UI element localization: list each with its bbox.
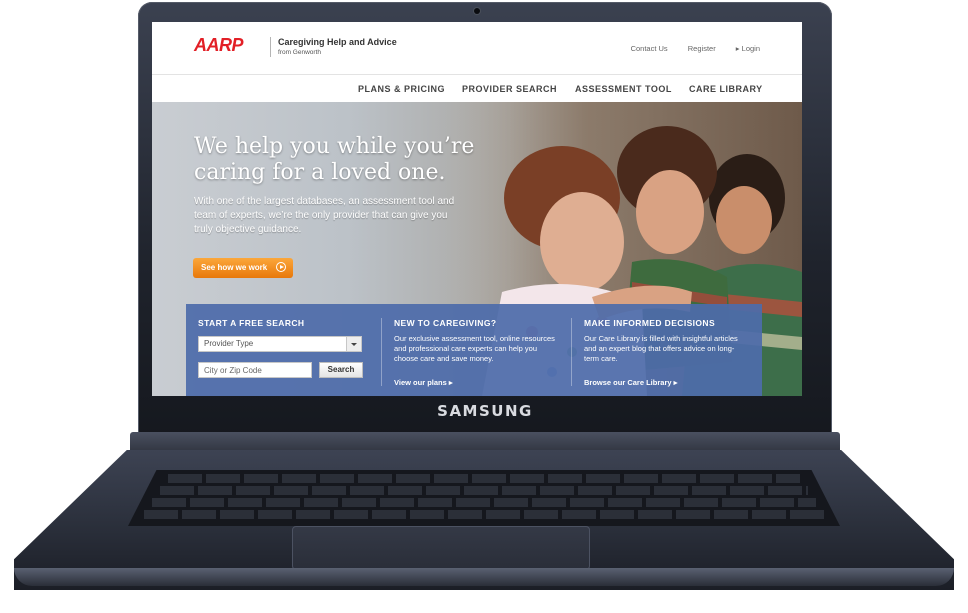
laptop: SAMSUNG AARP Caregiving Help and Advice … xyxy=(0,0,968,613)
aarp-logo[interactable]: AARP xyxy=(194,35,244,56)
keyboard xyxy=(128,470,840,526)
new-to-caregiving-title: NEW TO CAREGIVING? xyxy=(394,318,497,328)
nav-plans-pricing[interactable]: PLANS & PRICING xyxy=(358,84,445,94)
hero-subtext: With one of the largest databases, an as… xyxy=(194,196,455,235)
key-row xyxy=(144,510,824,519)
site-header: AARP Caregiving Help and Advice from Gen… xyxy=(152,22,802,74)
informed-decisions-column: MAKE INFORMED DECISIONS Our Care Library… xyxy=(572,304,762,396)
new-to-caregiving-column: NEW TO CAREGIVING? Our exclusive assessm… xyxy=(382,304,572,396)
provider-type-select[interactable]: Provider Type xyxy=(198,336,362,352)
browse-care-library-link[interactable]: Browse our Care Library ▸ xyxy=(584,378,677,387)
contact-us-link[interactable]: Contact Us xyxy=(631,44,668,53)
main-nav: PLANS & PRICING PROVIDER SEARCH ASSESSME… xyxy=(152,74,802,101)
informed-decisions-title: MAKE INFORMED DECISIONS xyxy=(584,318,716,328)
hero-headline: We help you while you’re caring for a lo… xyxy=(194,134,475,185)
nav-assessment-tool[interactable]: ASSESSMENT TOOL xyxy=(575,84,672,94)
free-search-title: START A FREE SEARCH xyxy=(198,318,305,328)
city-zip-input[interactable] xyxy=(198,362,312,378)
key-row xyxy=(168,474,800,483)
informed-decisions-text: Our Care Library is filled with insightf… xyxy=(584,334,738,363)
provider-type-value: Provider Type xyxy=(204,339,254,348)
register-link[interactable]: Register xyxy=(688,44,716,53)
trackpad xyxy=(292,526,590,570)
logo-divider xyxy=(270,37,271,57)
view-our-plans-link[interactable]: View our plans ▸ xyxy=(394,378,453,387)
search-button[interactable]: Search xyxy=(319,362,363,378)
play-circle-icon xyxy=(276,262,286,272)
laptop-base-edge xyxy=(14,568,954,586)
chevron-down-icon xyxy=(346,337,361,351)
logo-tagline: Caregiving Help and Advice xyxy=(278,37,397,47)
feature-panel: START A FREE SEARCH Provider Type Search… xyxy=(186,304,762,396)
login-link[interactable]: ▸ Login xyxy=(736,44,760,53)
webcam-icon xyxy=(474,8,480,14)
key-row xyxy=(160,486,808,495)
new-to-caregiving-text: Our exclusive assessment tool, online re… xyxy=(394,334,555,363)
nav-care-library[interactable]: CARE LIBRARY xyxy=(689,84,763,94)
device-brand: SAMSUNG xyxy=(437,402,533,420)
utility-nav: Contact Us Register ▸ Login xyxy=(613,44,760,53)
key-row xyxy=(152,498,816,507)
see-how-we-work-button[interactable]: See how we work xyxy=(193,258,293,278)
nav-provider-search[interactable]: PROVIDER SEARCH xyxy=(462,84,557,94)
logo-from: from Genworth xyxy=(278,49,321,56)
cta-label: See how we work xyxy=(201,263,268,272)
browser-screen: AARP Caregiving Help and Advice from Gen… xyxy=(152,22,802,396)
free-search-column: START A FREE SEARCH Provider Type Search xyxy=(186,304,380,396)
